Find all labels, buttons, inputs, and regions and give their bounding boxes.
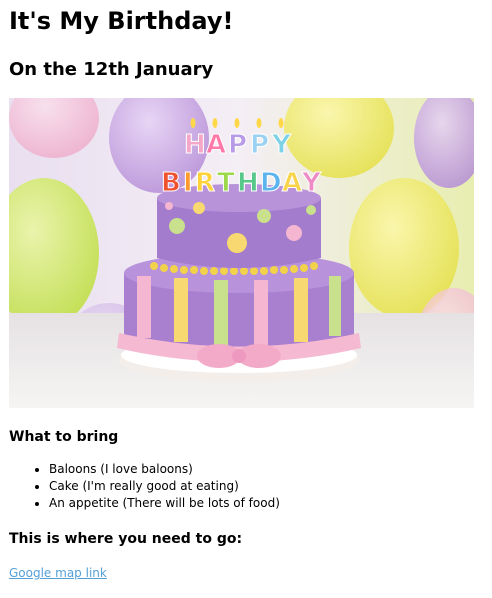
svg-text:Y: Y — [271, 130, 292, 160]
birthday-cake-illustration: H A P P Y B I R T H D A Y — [9, 98, 474, 408]
svg-text:H: H — [184, 130, 206, 160]
list-item: An appetite (There will be lots of food) — [49, 495, 280, 512]
birthday-cake-image: H A P P Y B I R T H D A Y — [9, 98, 474, 408]
google-map-link[interactable]: Google map link — [9, 564, 107, 582]
svg-text:P: P — [228, 130, 247, 160]
bring-list: Baloons (I love baloons) Cake (I'm reall… — [9, 461, 280, 512]
svg-text:R: R — [195, 168, 215, 198]
svg-text:B: B — [161, 168, 181, 198]
list-item: Cake (I'm really good at eating) — [49, 478, 280, 495]
page: It's My Birthday! On the 12th January H … — [0, 0, 492, 598]
svg-text:H: H — [237, 168, 259, 198]
date-heading: On the 12th January — [9, 59, 214, 80]
location-heading: This is where you need to go: — [9, 531, 243, 547]
svg-text:P: P — [250, 130, 269, 160]
svg-text:I: I — [183, 168, 193, 198]
svg-text:Y: Y — [301, 168, 322, 198]
svg-text:D: D — [260, 168, 282, 198]
svg-text:A: A — [282, 168, 302, 198]
svg-text:A: A — [206, 130, 226, 160]
page-title: It's My Birthday! — [9, 7, 234, 35]
svg-text:T: T — [217, 168, 235, 198]
what-to-bring-heading: What to bring — [9, 429, 119, 445]
list-item: Baloons (I love baloons) — [49, 461, 280, 478]
